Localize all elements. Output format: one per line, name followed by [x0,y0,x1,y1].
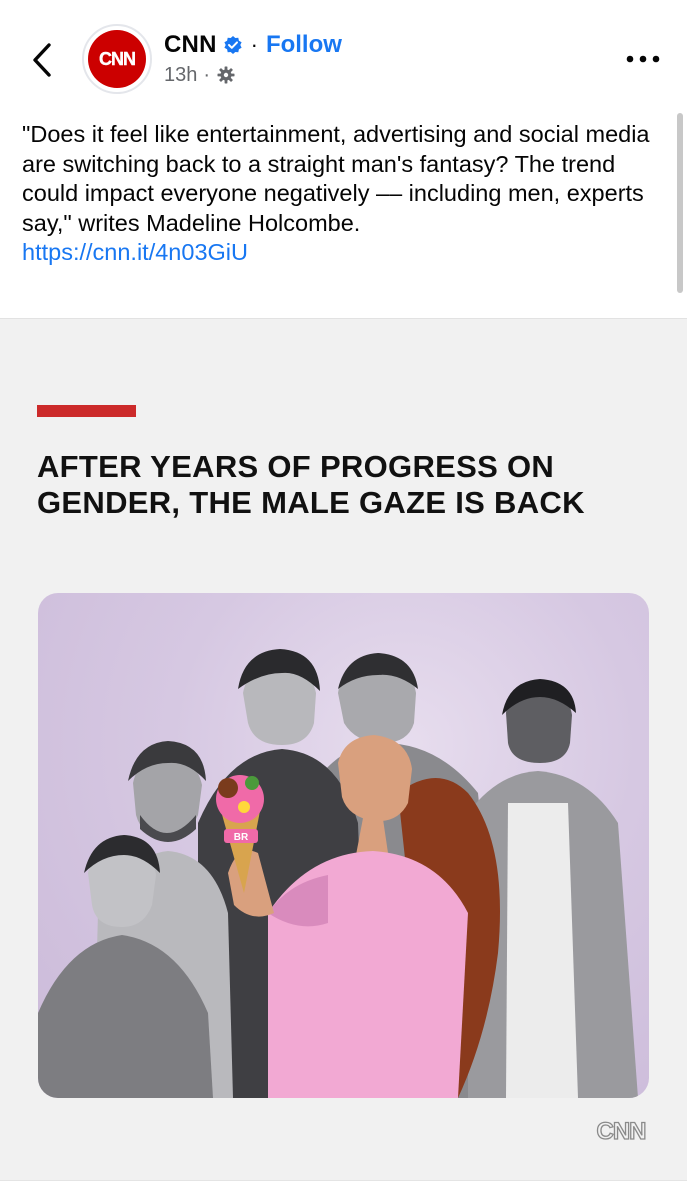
chevron-left-icon [33,43,51,77]
headline-accent-bar [37,405,136,417]
back-button[interactable] [22,38,62,82]
privacy-icon[interactable] [216,65,236,85]
svg-text:CNN: CNN [99,49,135,69]
avatar[interactable]: CNN [82,24,152,94]
more-horizontal-icon [626,55,660,63]
scrollbar-thumb[interactable] [677,113,683,293]
more-options-button[interactable] [623,44,663,74]
svg-text:BR: BR [234,832,249,843]
cnn-logo: CNN [591,1113,651,1147]
headline-line-1: AFTER YEARS OF PROGRESS ON [37,449,555,484]
bottom-action-bar [0,1180,687,1200]
post-view: CNN CNN · Follow 13h · "Does it feel lik… [0,0,687,1200]
follow-button[interactable]: Follow [266,31,342,59]
post-header: CNN CNN · Follow 13h · [0,0,687,110]
article-photo[interactable]: BR [38,593,649,1098]
post-meta: 13h · [164,62,236,88]
post-link[interactable]: https://cnn.it/4n03GiU [22,238,662,268]
verified-badge-icon [223,35,243,55]
caption-text: "Does it feel like entertainment, advert… [22,121,650,236]
post-time[interactable]: 13h [164,64,197,87]
cnn-logo-avatar: CNN [88,30,146,88]
meta-separator: · [203,63,211,86]
svg-text:CNN: CNN [597,1118,646,1145]
article-card[interactable]: AFTER YEARS OF PROGRESS ON GENDER, THE M… [0,318,687,1180]
title-row: CNN · Follow [164,28,342,62]
page-name[interactable]: CNN [164,31,217,59]
post-caption: "Does it feel like entertainment, advert… [22,120,662,268]
headline-line-2: GENDER, THE MALE GAZE IS BACK [37,485,585,520]
card-headline: AFTER YEARS OF PROGRESS ON GENDER, THE M… [37,449,657,521]
photo-illustration: BR [38,649,638,1098]
separator-dot: · [250,32,258,57]
